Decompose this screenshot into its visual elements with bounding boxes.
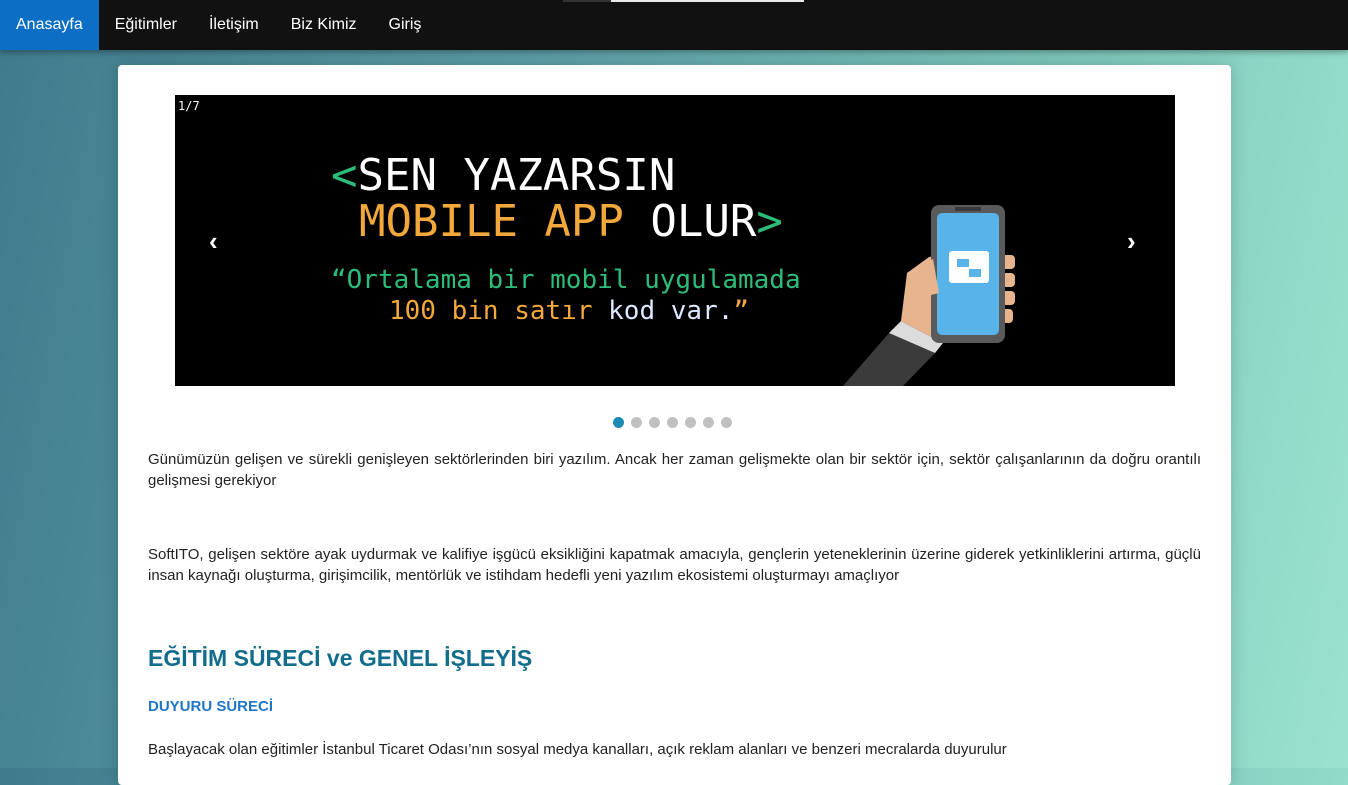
slide-counter: 1/7: [178, 99, 200, 113]
nav-item-anasayfa[interactable]: Anasayfa: [0, 0, 99, 50]
nav-item-egitimler[interactable]: Eğitimler: [99, 0, 193, 50]
slide-headline: <SEN YAZARSIN MOBILE APP OLUR>: [331, 153, 783, 245]
slider-dot-4[interactable]: [667, 417, 678, 428]
announcement-paragraph: Başlayacak olan eğitimler İstanbul Ticar…: [148, 741, 1007, 758]
top-navbar: Anasayfa Eğitimler İletişim Biz Kimiz Gi…: [0, 0, 1348, 50]
slider-dot-3[interactable]: [649, 417, 660, 428]
headline-mobile-app: MOBILE APP: [359, 196, 624, 247]
quote-line2-a: 100 bin satır: [389, 296, 609, 326]
slider-prev-icon[interactable]: ‹: [209, 228, 218, 254]
slider-dots: [613, 417, 732, 428]
subsection-title: DUYURU SÜRECİ: [148, 698, 274, 715]
nav-item-biz-kimiz[interactable]: Biz Kimiz: [275, 0, 373, 50]
quote-line2-b: kod var.: [608, 296, 734, 326]
slider-dot-1[interactable]: [613, 417, 624, 428]
image-slider: 1/7 <SEN YAZARSIN MOBILE APP OLUR> “Ortal…: [175, 95, 1175, 386]
slider-dot-5[interactable]: [685, 417, 696, 428]
slider-dot-6[interactable]: [703, 417, 714, 428]
intro-paragraph: Günümüzün gelişen ve sürekli genişleyen …: [148, 451, 1201, 489]
headline-open-bracket: <: [331, 150, 358, 201]
slide-quote: “Ortalama bir mobil uygulamada 100 bin sa…: [331, 265, 801, 327]
headline-close-bracket: >: [756, 196, 783, 247]
slider-dot-7[interactable]: [721, 417, 732, 428]
softito-paragraph: SoftITO, gelişen sektöre ayak uydurmak v…: [148, 546, 1201, 584]
quote-line2-c: ”: [733, 296, 750, 326]
headline-line1: SEN YAZARSIN: [357, 150, 676, 201]
top-scroll-indicator: [563, 0, 804, 2]
section-title: EĞİTİM SÜRECİ ve GENEL İŞLEYİŞ: [148, 645, 533, 671]
slider-next-icon[interactable]: ›: [1127, 228, 1136, 254]
quote-line1: “Ortalama bir mobil uygulamada: [331, 265, 801, 295]
slider-dot-2[interactable]: [631, 417, 642, 428]
hand-holding-phone-illustration: [843, 205, 1015, 386]
nav-item-giris[interactable]: Giriş: [373, 0, 438, 50]
headline-olur: OLUR: [623, 196, 757, 247]
nav-item-iletisim[interactable]: İletişim: [193, 0, 275, 50]
main-content-card: 1/7 <SEN YAZARSIN MOBILE APP OLUR> “Ortal…: [118, 65, 1231, 785]
